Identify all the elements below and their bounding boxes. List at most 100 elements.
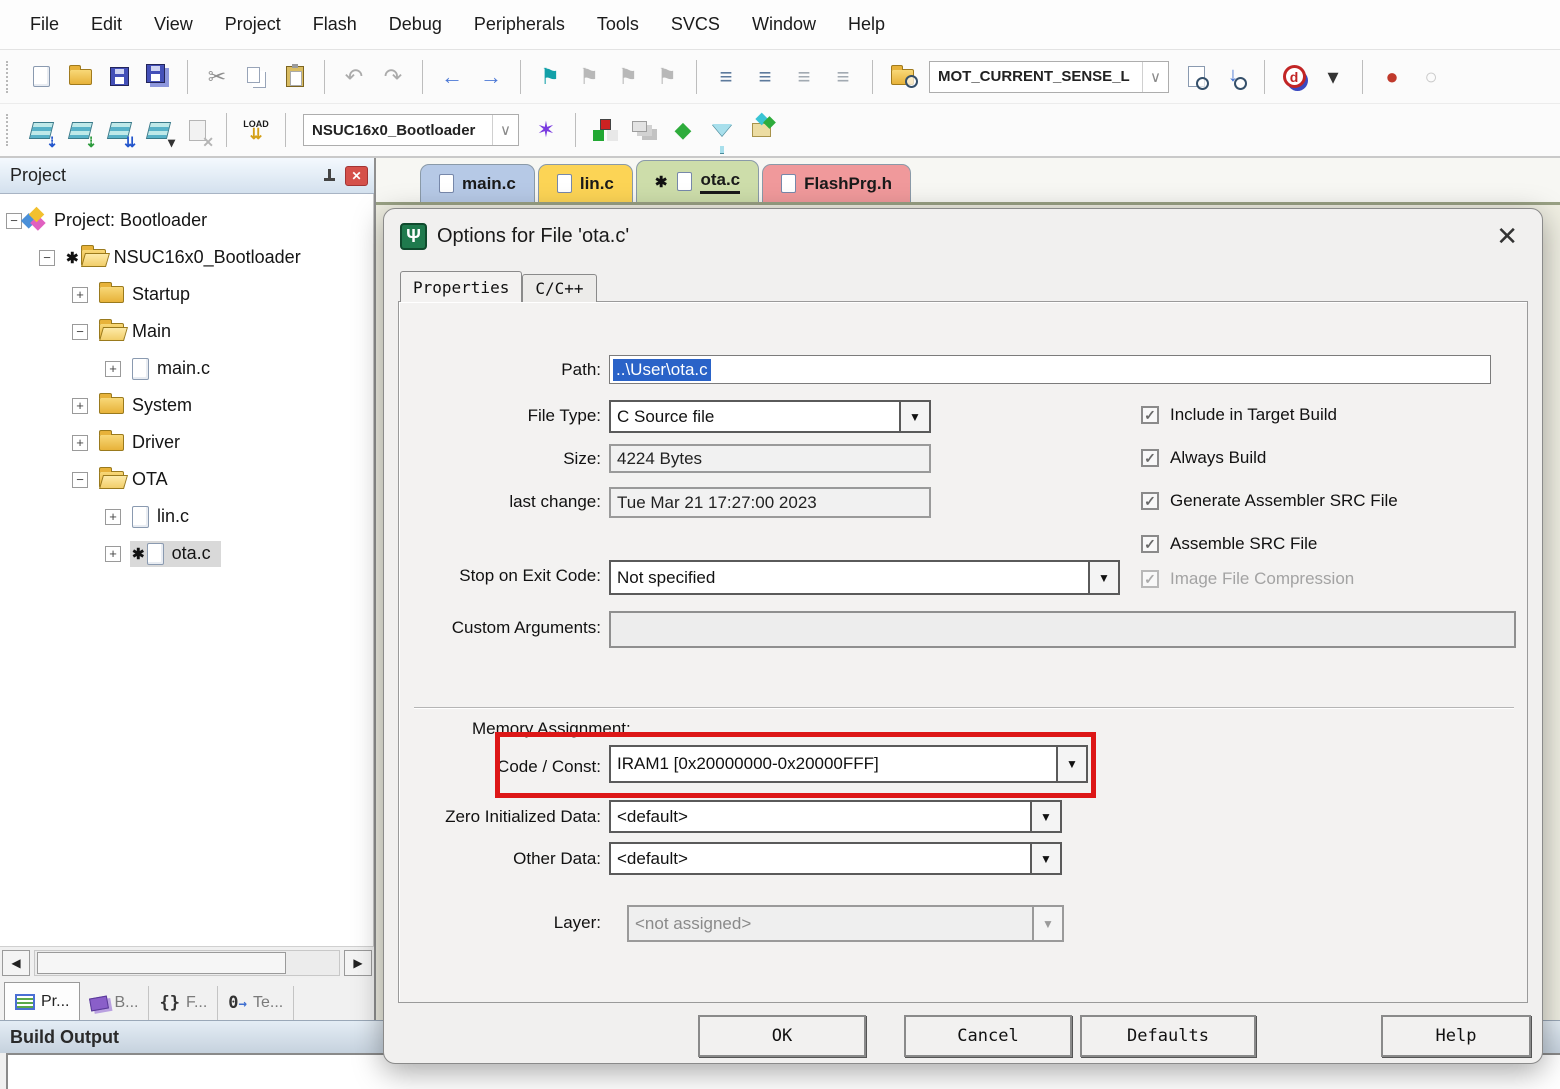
toggle-bookmark-icon[interactable]: ⚑ bbox=[532, 58, 568, 96]
multiple-windows-icon[interactable] bbox=[626, 111, 662, 149]
checkbox-icon[interactable]: ✓ bbox=[1141, 406, 1159, 424]
checkbox-icon[interactable]: ✓ bbox=[1141, 535, 1159, 553]
toolbar-drag-handle[interactable] bbox=[6, 61, 14, 93]
tree-item-nsuc16x0-bootloader[interactable]: −✱NSUC16x0_Bootloader bbox=[0, 239, 373, 276]
menu-edit[interactable]: Edit bbox=[91, 14, 122, 35]
menu-file[interactable]: File bbox=[30, 14, 59, 35]
expand-icon[interactable]: + bbox=[105, 361, 121, 377]
pack-installer-icon[interactable] bbox=[743, 111, 779, 149]
project-panel-close-button[interactable]: ✕ bbox=[345, 166, 368, 186]
tree-item-driver[interactable]: +Driver bbox=[0, 424, 373, 461]
uncomment-icon[interactable]: ≡ bbox=[825, 58, 861, 96]
translate-file-icon[interactable]: ⇣ bbox=[23, 111, 59, 149]
scrollbar-track[interactable] bbox=[34, 950, 340, 976]
target-combobox[interactable]: NSUC16x0_Bootloader∨ bbox=[303, 114, 519, 146]
scroll-right-button[interactable]: ▶ bbox=[344, 950, 372, 976]
paste-icon[interactable] bbox=[277, 58, 313, 96]
tree-item-main[interactable]: −Main bbox=[0, 313, 373, 350]
menu-svcs[interactable]: SVCS bbox=[671, 14, 720, 35]
tree-item-lin-c[interactable]: +lin.c bbox=[0, 498, 373, 535]
scrollbar-thumb[interactable] bbox=[37, 952, 286, 974]
checkbox-generate-assembler-src-file[interactable]: ✓Generate Assembler SRC File bbox=[1141, 491, 1398, 511]
panel-tab-te[interactable]: 0→Te... bbox=[218, 986, 294, 1020]
panel-tab-f[interactable]: {}F... bbox=[149, 986, 218, 1020]
menu-flash[interactable]: Flash bbox=[313, 14, 357, 35]
stop-on-exit-dropdown[interactable]: Not specified ▼ bbox=[609, 560, 1120, 595]
indent-icon[interactable]: ≡ bbox=[708, 58, 744, 96]
tab-flashprg-h[interactable]: FlashPrg.h bbox=[762, 164, 911, 202]
help-button[interactable]: Help bbox=[1381, 1015, 1531, 1057]
find-in-files-icon[interactable] bbox=[884, 58, 920, 96]
comment-icon[interactable]: ≡ bbox=[786, 58, 822, 96]
save-all-icon[interactable] bbox=[140, 58, 176, 96]
tree-item-main-c[interactable]: +main.c bbox=[0, 350, 373, 387]
prev-bookmark-icon[interactable]: ⚑ bbox=[571, 58, 607, 96]
collapse-icon[interactable]: − bbox=[72, 472, 88, 488]
expand-icon[interactable]: + bbox=[72, 287, 88, 303]
pin-icon[interactable] bbox=[321, 168, 337, 184]
undo-icon[interactable]: ↶ bbox=[336, 58, 372, 96]
menu-tools[interactable]: Tools bbox=[597, 14, 639, 35]
menu-help[interactable]: Help bbox=[848, 14, 885, 35]
checkbox-assemble-src-file[interactable]: ✓Assemble SRC File bbox=[1141, 534, 1317, 554]
start-debug-session-icon[interactable]: d bbox=[1276, 58, 1312, 96]
tree-item-system[interactable]: +System bbox=[0, 387, 373, 424]
checkbox-always-build[interactable]: ✓Always Build bbox=[1141, 448, 1266, 468]
chevron-down-icon[interactable]: ▼ bbox=[1030, 844, 1060, 873]
chevron-down-icon[interactable]: ▼ bbox=[1088, 562, 1118, 593]
tab-lin-c[interactable]: lin.c bbox=[538, 164, 633, 202]
build-icon[interactable]: ⇣ bbox=[62, 111, 98, 149]
file-type-dropdown[interactable]: C Source file ▼ bbox=[609, 400, 931, 433]
expand-icon[interactable]: + bbox=[105, 546, 121, 562]
chevron-down-icon[interactable]: ∨ bbox=[492, 115, 518, 145]
defaults-button[interactable]: Defaults bbox=[1080, 1015, 1256, 1057]
expand-icon[interactable]: + bbox=[72, 435, 88, 451]
tree-item-startup[interactable]: +Startup bbox=[0, 276, 373, 313]
tree-item-ota-c[interactable]: +✱ota.c bbox=[0, 535, 373, 572]
find-text-icon[interactable] bbox=[1178, 58, 1214, 96]
cancel-button[interactable]: Cancel bbox=[904, 1015, 1072, 1057]
search-combobox[interactable]: MOT_CURRENT_SENSE_L∨ bbox=[929, 61, 1169, 93]
clear-bookmarks-icon[interactable]: ⚑ bbox=[649, 58, 685, 96]
panel-tab-pr[interactable]: Pr... bbox=[4, 982, 80, 1020]
manage-project-items-icon[interactable] bbox=[587, 111, 623, 149]
collapse-icon[interactable]: − bbox=[72, 324, 88, 340]
insert-breakpoint-icon[interactable]: ● bbox=[1374, 58, 1410, 96]
rebuild-all-icon[interactable]: ⇊ bbox=[101, 111, 137, 149]
batch-build-icon[interactable]: ▾ bbox=[140, 111, 176, 149]
tab-ota-c[interactable]: ✱ota.c bbox=[636, 160, 759, 202]
checkbox-include-in-target-build[interactable]: ✓Include in Target Build bbox=[1141, 405, 1337, 425]
memory-dropdown-zero-initialized-data[interactable]: <default>▼ bbox=[609, 800, 1062, 833]
open-file-icon[interactable] bbox=[62, 58, 98, 96]
navigate-back-icon[interactable]: ← bbox=[434, 58, 470, 96]
expand-icon[interactable]: + bbox=[105, 509, 121, 525]
ok-button[interactable]: OK bbox=[698, 1015, 866, 1057]
checkbox-icon[interactable]: ✓ bbox=[1141, 492, 1159, 510]
manage-rte-icon[interactable]: ◆ bbox=[665, 111, 701, 149]
scroll-left-button[interactable]: ◀ bbox=[2, 950, 30, 976]
save-icon[interactable] bbox=[101, 58, 137, 96]
expand-icon[interactable]: + bbox=[72, 398, 88, 414]
checkbox-icon[interactable]: ✓ bbox=[1141, 449, 1159, 467]
menu-window[interactable]: Window bbox=[752, 14, 816, 35]
next-bookmark-icon[interactable]: ⚑ bbox=[610, 58, 646, 96]
chevron-down-icon[interactable]: ▼ bbox=[1030, 802, 1060, 831]
tree-item-ota[interactable]: −OTA bbox=[0, 461, 373, 498]
download-to-flash-icon[interactable]: LOAD⇊ bbox=[238, 111, 274, 149]
incremental-find-icon[interactable] bbox=[1217, 58, 1253, 96]
outdent-icon[interactable]: ≡ bbox=[747, 58, 783, 96]
filter-windows-icon[interactable] bbox=[704, 111, 740, 149]
disable-breakpoint-icon[interactable]: ○ bbox=[1413, 58, 1449, 96]
dialog-tab-c-c[interactable]: C/C++ bbox=[522, 274, 596, 302]
redo-icon[interactable]: ↷ bbox=[375, 58, 411, 96]
options-for-target-icon[interactable]: ✶ bbox=[528, 111, 564, 149]
chevron-down-icon[interactable]: ▼ bbox=[899, 402, 929, 431]
collapse-icon[interactable]: − bbox=[39, 250, 55, 266]
cut-icon[interactable]: ✂ bbox=[199, 58, 235, 96]
dialog-tab-properties[interactable]: Properties bbox=[400, 271, 522, 302]
path-input[interactable]: ..\User\ota.c bbox=[609, 355, 1491, 384]
menu-peripherals[interactable]: Peripherals bbox=[474, 14, 565, 35]
toolbar-drag-handle[interactable] bbox=[6, 114, 14, 146]
memory-dropdown-other-data[interactable]: <default>▼ bbox=[609, 842, 1062, 875]
menu-debug[interactable]: Debug bbox=[389, 14, 442, 35]
